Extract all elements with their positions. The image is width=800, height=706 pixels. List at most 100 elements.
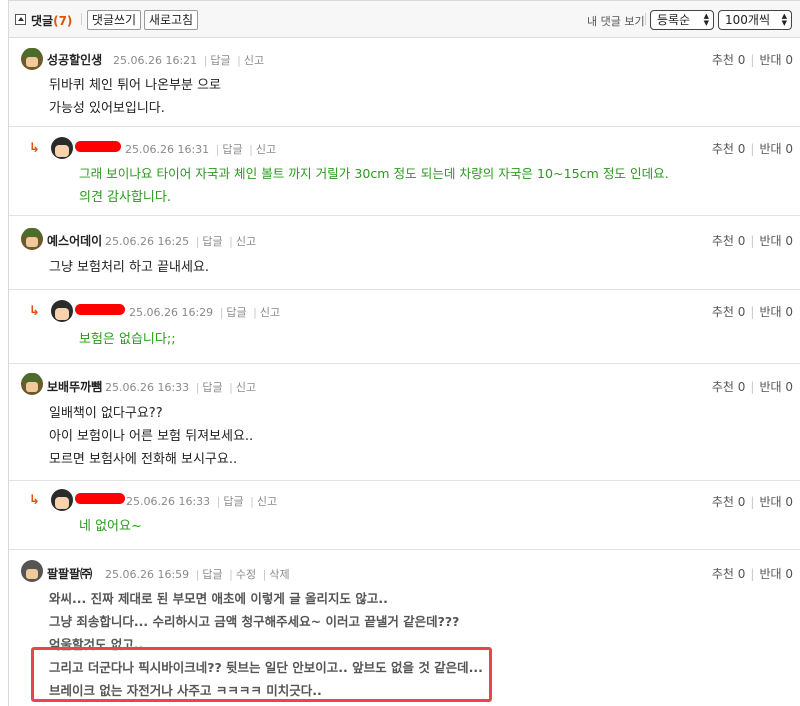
downvote-button[interactable]: 반대 0 [759, 380, 793, 394]
reply-arrow-icon: ↳ [29, 304, 40, 319]
comment-text-line: 그냥 보험처리 하고 끝내세요. [49, 260, 210, 275]
redacted-author [75, 493, 125, 504]
avatar[interactable] [21, 373, 43, 395]
downvote-button[interactable]: 반대 0 [759, 567, 793, 581]
sort-order-value: 등록순 [657, 13, 691, 27]
report-link[interactable]: 신고 [244, 54, 264, 67]
report-link[interactable]: 신고 [256, 143, 276, 156]
downvote-button[interactable]: 반대 0 [759, 53, 793, 67]
vote-area: 추천 0 | 반대 0 [711, 234, 793, 248]
comment-meta: 25.06.26 16:33 | 답글 | 신고 [105, 381, 257, 394]
upvote-button[interactable]: 추천 0 [712, 142, 746, 156]
per-page-select[interactable]: 100개씩 ▲ ▼ [718, 10, 792, 30]
comment-datetime: 25.06.26 16:33 [105, 381, 190, 394]
upvote-button[interactable]: 추천 0 [712, 53, 746, 67]
report-link[interactable]: 신고 [257, 495, 277, 508]
comment-author[interactable]: 성공할인생 [47, 51, 102, 68]
reply-link[interactable]: 답글 [222, 143, 242, 156]
avatar[interactable] [21, 48, 43, 70]
comment-text-line: 네 없어요~ [79, 519, 142, 534]
edit-link[interactable]: 수정 [236, 568, 256, 581]
comment-meta: 25.06.26 16:33 | 답글 | 신고 [126, 495, 278, 508]
collapse-toggle-icon[interactable] [15, 14, 26, 25]
comment-meta: 25.06.26 16:29 | 답글 | 신고 [129, 306, 281, 319]
highlight-box [31, 647, 492, 702]
comment-datetime: 25.06.26 16:59 [105, 568, 190, 581]
comment-item: 보배뚜까뺌 25.06.26 16:33 | 답글 | 신고 추천 0 | 반대 0 일… [9, 364, 800, 481]
avatar[interactable] [51, 489, 73, 511]
comment-title-label: 댓글 [31, 14, 54, 28]
select-arrows-icon: ▲ ▼ [781, 12, 787, 27]
comment-meta: 25.06.26 16:59 | 답글 | 수정 | 삭제 [105, 568, 290, 581]
comment-datetime: 25.06.26 16:29 [129, 306, 214, 319]
divider [81, 13, 82, 25]
comment-text-line: 뒤바퀴 체인 튀어 나온부분 으로 [49, 78, 222, 93]
comment-text-line: 가능성 있어보입니다. [49, 101, 165, 116]
vote-area: 추천 0 | 반대 0 [711, 380, 793, 394]
avatar[interactable] [51, 137, 73, 159]
vote-area: 추천 0 | 반대 0 [711, 305, 793, 319]
write-comment-button[interactable]: 댓글쓰기 [87, 10, 141, 30]
comment-author[interactable]: 예스어데이 [47, 232, 102, 249]
reply-link[interactable]: 답글 [202, 235, 222, 248]
sort-order-select[interactable]: 등록순 ▲ ▼ [650, 10, 714, 30]
my-comments-link[interactable]: 내 댓글 보기 [587, 13, 645, 29]
comment-datetime: 25.06.26 16:21 [113, 54, 198, 67]
vote-area: 추천 0 | 반대 0 [711, 53, 793, 67]
comment-text-line: 그래 보이나요 타이어 자국과 체인 볼트 까지 거릴가 30cm 정도 되는데… [79, 166, 669, 181]
redacted-author [75, 141, 121, 152]
comment-datetime: 25.06.26 16:25 [105, 235, 190, 248]
reply-link[interactable]: 답글 [226, 306, 246, 319]
reply-item: ↳ 25.06.26 16:33 | 답글 | 신고 추천 0 | 반대 0 네 없어요… [9, 481, 800, 550]
reply-link[interactable]: 답글 [223, 495, 243, 508]
comment-item: 성공할인생 25.06.26 16:21 | 답글 | 신고 추천 0 | 반대 0 뒤… [9, 38, 800, 127]
reply-link[interactable]: 답글 [210, 54, 230, 67]
reply-link[interactable]: 답글 [202, 381, 222, 394]
redacted-author [75, 304, 125, 315]
comment-meta: 25.06.26 16:25 | 답글 | 신고 [105, 235, 257, 248]
report-link[interactable]: 신고 [236, 235, 256, 248]
reply-item: ↳ 25.06.26 16:31 | 답글 | 신고 추천 0 | 반대 0 그래 보이… [9, 127, 800, 216]
downvote-button[interactable]: 반대 0 [759, 234, 793, 248]
comment-datetime: 25.06.26 16:33 [126, 495, 211, 508]
delete-link[interactable]: 삭제 [269, 568, 289, 581]
upvote-button[interactable]: 추천 0 [712, 234, 746, 248]
comment-text-line: 아이 보험이나 어른 보험 뒤져보세요.. [49, 429, 254, 444]
downvote-button[interactable]: 반대 0 [759, 142, 793, 156]
report-link[interactable]: 신고 [260, 306, 280, 319]
downvote-button[interactable]: 반대 0 [759, 305, 793, 319]
reply-arrow-icon: ↳ [29, 141, 40, 156]
comment-text-line: 모르면 보험사에 전화해 보시구요.. [49, 452, 238, 467]
comment-author[interactable]: 보배뚜까뺌 [47, 378, 102, 395]
reply-item: ↳ 25.06.26 16:29 | 답글 | 신고 추천 0 | 반대 0 보험은 없… [9, 290, 800, 364]
vote-area: 추천 0 | 반대 0 [711, 495, 793, 509]
avatar[interactable] [51, 300, 73, 322]
downvote-button[interactable]: 반대 0 [759, 495, 793, 509]
upvote-button[interactable]: 추천 0 [712, 380, 746, 394]
comment-meta: 25.06.26 16:21 | 답글 | 신고 [113, 54, 265, 67]
per-page-value: 100개씩 [725, 13, 770, 27]
comment-text-line: 의견 감사합니다. [79, 190, 171, 205]
comment-text-line: 보험은 없습니다;; [79, 332, 176, 347]
comment-text-line: 일배책이 없다구요?? [49, 406, 163, 421]
avatar[interactable] [21, 228, 43, 250]
vote-area: 추천 0 | 반대 0 [711, 142, 793, 156]
vote-area: 추천 0 | 반대 0 [711, 567, 793, 581]
comment-meta: 25.06.26 16:31 | 답글 | 신고 [125, 143, 277, 156]
comment-header-bar: 댓글(7) 댓글쓰기 새로고침 내 댓글 보기 등록순 ▲ ▼ 100개씩 ▲ ▼ [9, 0, 800, 38]
select-arrows-icon: ▲ ▼ [703, 12, 709, 27]
comment-author[interactable]: 팔팔팔㈜ [47, 565, 92, 582]
avatar[interactable] [21, 560, 43, 582]
comment-title: 댓글(7) [31, 12, 72, 29]
comment-text-line: 와씨... 진짜 제대로 된 부모면 애초에 이렇게 글 올리지도 않고.. [49, 591, 388, 606]
upvote-button[interactable]: 추천 0 [712, 305, 746, 319]
upvote-button[interactable]: 추천 0 [712, 495, 746, 509]
divider [645, 13, 646, 25]
comment-text-line: 그냥 죄송합니다... 수리하시고 금액 청구해주세요~ 이러고 끝낼거 같은데… [49, 614, 460, 629]
comment-section: 댓글(7) 댓글쓰기 새로고침 내 댓글 보기 등록순 ▲ ▼ 100개씩 ▲ ▼ … [8, 0, 800, 706]
upvote-button[interactable]: 추천 0 [712, 567, 746, 581]
report-link[interactable]: 신고 [236, 381, 256, 394]
refresh-button[interactable]: 새로고침 [144, 10, 198, 30]
comment-count: (7) [53, 14, 73, 28]
reply-link[interactable]: 답글 [202, 568, 222, 581]
